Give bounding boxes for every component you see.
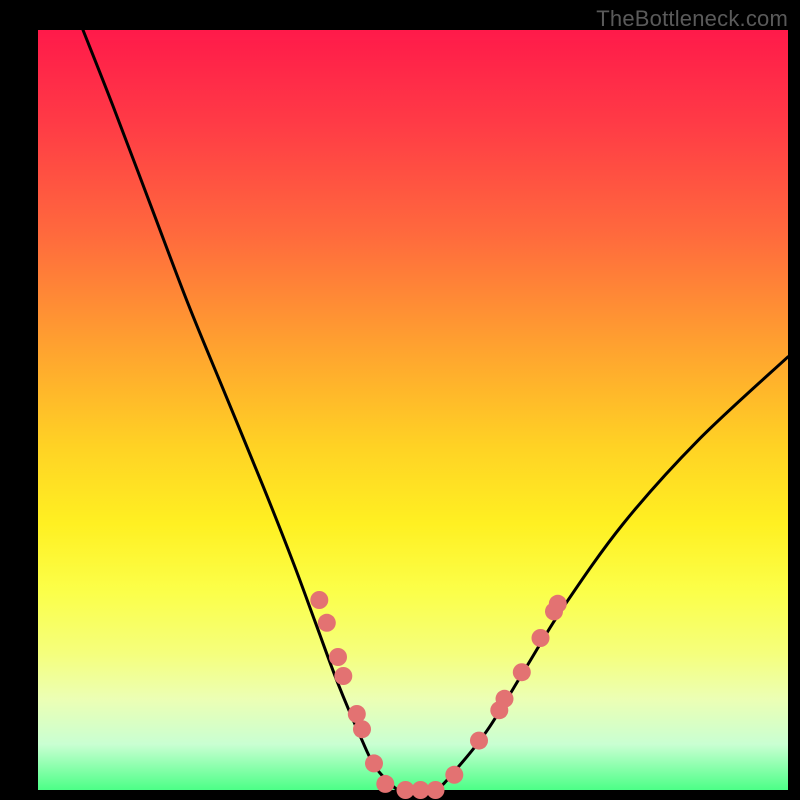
marker-group: [310, 591, 567, 799]
chart-frame: TheBottleneck.com: [0, 0, 800, 800]
data-marker: [496, 690, 514, 708]
bottleneck-curve: [83, 30, 788, 792]
data-marker: [353, 720, 371, 738]
data-marker: [427, 781, 445, 799]
data-marker: [334, 667, 352, 685]
data-marker: [513, 663, 531, 681]
plot-area: [38, 30, 788, 790]
data-marker: [532, 629, 550, 647]
data-marker: [470, 732, 488, 750]
data-marker: [329, 648, 347, 666]
data-marker: [318, 614, 336, 632]
chart-svg: [38, 30, 788, 790]
data-marker: [310, 591, 328, 609]
data-marker: [445, 766, 463, 784]
data-marker: [376, 775, 394, 793]
data-marker: [549, 595, 567, 613]
data-marker: [365, 754, 383, 772]
watermark-text: TheBottleneck.com: [596, 6, 788, 32]
